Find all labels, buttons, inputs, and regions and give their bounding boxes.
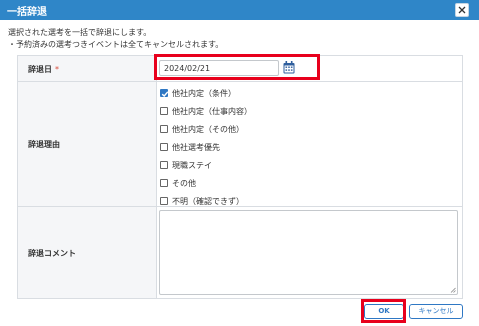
row-divider: [18, 81, 462, 82]
decline-form: 辞退日 * 2024/02/21 辞退理由 他社内定（条件） 他社内定（仕事内容）他…: [17, 54, 463, 299]
reason-option-label: その他: [172, 179, 196, 188]
dialog-title-bar: 一括辞退: [0, 0, 479, 20]
reason-checkbox[interactable]: [160, 161, 168, 169]
close-icon: [458, 6, 466, 14]
cancel-button[interactable]: キャンセル: [409, 304, 463, 319]
reason-checkbox[interactable]: [160, 125, 168, 133]
reason-option-label: 他社内定（条件）: [172, 89, 236, 98]
reason-checkbox[interactable]: [160, 197, 168, 205]
reason-checkbox[interactable]: [160, 107, 168, 115]
date-highlight-box: [154, 54, 320, 80]
reason-checkbox[interactable]: [160, 143, 168, 151]
reason-option-label: 不明（確認できず）: [172, 197, 244, 206]
checkmark-icon: [161, 91, 169, 98]
dialog-title: 一括辞退: [7, 7, 47, 18]
decline-comment-textarea[interactable]: [159, 210, 458, 295]
ok-highlight-box: [361, 299, 406, 323]
info-text-1: 選択された選考を一括で辞退にします。: [8, 28, 152, 37]
info-text-2: ・予約済みの選考つきイベントは全てキャンセルされます。: [8, 40, 224, 49]
reason-option-label: 他社内定（仕事内容）: [172, 107, 252, 116]
close-button[interactable]: [455, 3, 469, 17]
reason-checkbox[interactable]: [160, 89, 169, 98]
reason-checkbox[interactable]: [160, 179, 168, 187]
reason-option-label: 他社内定（その他）: [172, 125, 244, 134]
reason-option-label: 現職ステイ: [172, 161, 212, 170]
comment-label: 辞退コメント: [28, 249, 76, 258]
label-column: [18, 56, 157, 298]
reason-option-label: 他社選考優先: [172, 143, 220, 152]
required-mark: *: [55, 65, 59, 74]
resize-grip-icon[interactable]: [450, 287, 456, 293]
date-label: 辞退日 *: [28, 65, 59, 74]
reason-label: 辞退理由: [28, 140, 60, 149]
